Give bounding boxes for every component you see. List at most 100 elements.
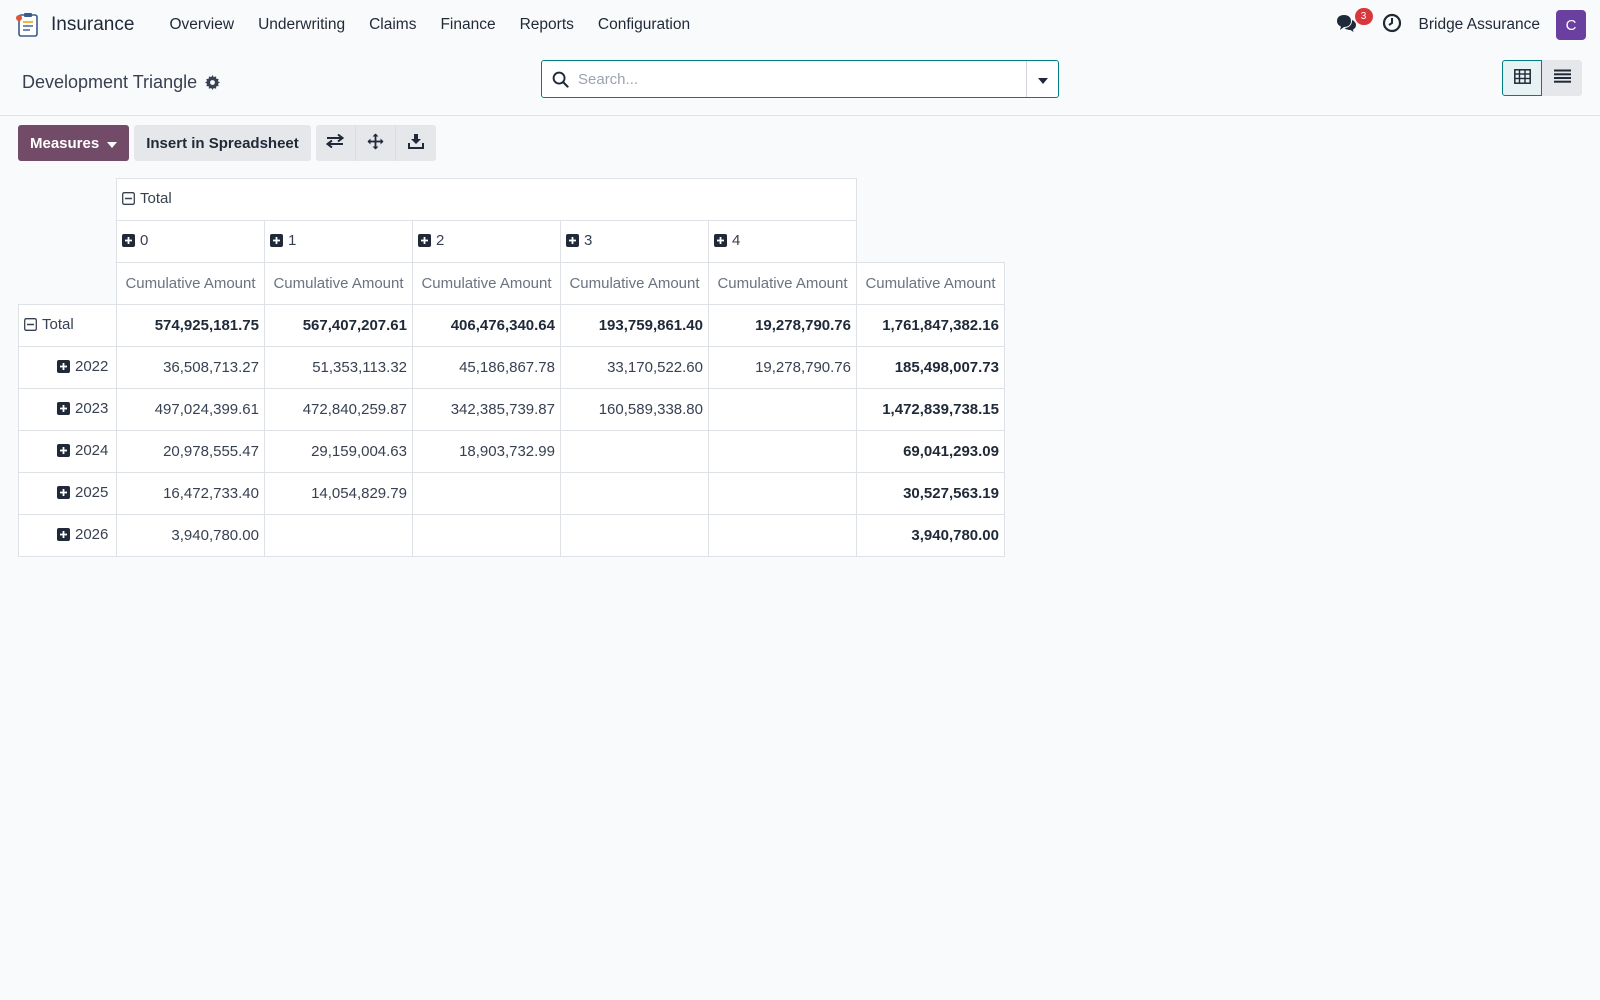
- menu-reports[interactable]: Reports: [508, 16, 586, 34]
- menu-configuration[interactable]: Configuration: [586, 16, 702, 34]
- measure-header[interactable]: Cumulative Amount: [412, 262, 561, 305]
- pivot-cell[interactable]: 33,170,522.60: [560, 346, 709, 389]
- pivot-toolbar: Measures Insert in Spreadsheet: [0, 116, 1600, 170]
- total-cell[interactable]: 406,476,340.64: [412, 304, 561, 347]
- row-header-2022[interactable]: 2022: [18, 346, 117, 389]
- row-header-label: 2025: [75, 484, 109, 501]
- total-cell[interactable]: 574,925,181.75: [116, 304, 265, 347]
- download-icon: [407, 133, 424, 153]
- minus-square-icon: [24, 318, 37, 331]
- view-switcher: [1502, 60, 1582, 96]
- pivot-cell[interactable]: [708, 514, 857, 557]
- flip-axis-button[interactable]: [315, 125, 356, 161]
- pivot-cell[interactable]: [560, 472, 709, 515]
- empty-corner: [857, 221, 1005, 263]
- measure-header[interactable]: Cumulative Amount: [116, 262, 265, 305]
- row-header-2025[interactable]: 2025: [18, 472, 117, 515]
- col-header-1[interactable]: 1: [264, 220, 413, 263]
- pivot-cell[interactable]: 3,940,780.00: [116, 514, 265, 557]
- row-header-2024[interactable]: 2024: [18, 430, 117, 473]
- grand-total-cell[interactable]: 1,761,847,382.16: [856, 304, 1005, 347]
- pivot-cell[interactable]: [412, 514, 561, 557]
- breadcrumb: Development Triangle: [22, 72, 221, 93]
- expand-all-button[interactable]: [355, 125, 396, 161]
- row-total-cell[interactable]: 3,940,780.00: [856, 514, 1005, 557]
- menu-underwriting[interactable]: Underwriting: [246, 16, 357, 34]
- row-total-cell[interactable]: 185,498,007.73: [856, 346, 1005, 389]
- main-menu: Overview Underwriting Claims Finance Rep…: [157, 16, 702, 34]
- pivot-cell[interactable]: 14,054,829.79: [264, 472, 413, 515]
- total-cell[interactable]: 19,278,790.76: [708, 304, 857, 347]
- col-header-3[interactable]: 3: [560, 220, 709, 263]
- measures-button[interactable]: Measures: [18, 125, 130, 161]
- search-input[interactable]: [578, 70, 1026, 88]
- measures-label: Measures: [30, 134, 100, 152]
- total-cell[interactable]: 193,759,861.40: [560, 304, 709, 347]
- row-total-cell[interactable]: 30,527,563.19: [856, 472, 1005, 515]
- col-header-4[interactable]: 4: [708, 220, 857, 263]
- row-total-cell[interactable]: 69,041,293.09: [856, 430, 1005, 473]
- menu-claims[interactable]: Claims: [357, 16, 428, 34]
- pivot-cell[interactable]: [264, 514, 413, 557]
- insert-in-spreadsheet-button[interactable]: Insert in Spreadsheet: [134, 125, 311, 161]
- pivot-view-button[interactable]: [1502, 60, 1542, 96]
- pivot-cell[interactable]: 16,472,733.40: [116, 472, 265, 515]
- pivot-cell[interactable]: [560, 514, 709, 557]
- insurance-app-icon[interactable]: [14, 11, 42, 39]
- row-total-cell[interactable]: 1,472,839,738.15: [856, 388, 1005, 431]
- col-header-label: 2: [436, 232, 445, 249]
- navbar-systray: 3 Bridge Assurance C: [1331, 8, 1586, 40]
- plus-square-icon: [566, 234, 579, 247]
- menu-overview[interactable]: Overview: [157, 16, 246, 34]
- pivot-cell[interactable]: 342,385,739.87: [412, 388, 561, 431]
- total-cell[interactable]: 567,407,207.61: [264, 304, 413, 347]
- pivot-cell[interactable]: [708, 388, 857, 431]
- pivot-cell[interactable]: 20,978,555.47: [116, 430, 265, 473]
- pivot-cell[interactable]: [708, 472, 857, 515]
- plus-square-icon: [57, 528, 70, 541]
- col-header-2[interactable]: 2: [412, 220, 561, 263]
- row-header-2026[interactable]: 2026: [18, 514, 117, 557]
- row-header-total[interactable]: Total: [18, 304, 117, 347]
- pivot-cell[interactable]: [412, 472, 561, 515]
- col-header-label: 3: [584, 232, 593, 249]
- gear-icon[interactable]: [205, 75, 221, 90]
- page-title: Development Triangle: [22, 72, 198, 92]
- pivot-cell[interactable]: 19,278,790.76: [708, 346, 857, 389]
- col-header-0[interactable]: 0: [116, 220, 265, 263]
- pivot-cell[interactable]: 472,840,259.87: [264, 388, 413, 431]
- messages-button[interactable]: 3: [1331, 8, 1373, 40]
- row-header-label: 2026: [75, 526, 109, 543]
- pivot-cell[interactable]: [560, 430, 709, 473]
- pivot-cell[interactable]: 51,353,113.32: [264, 346, 413, 389]
- measure-header[interactable]: Cumulative Amount: [708, 262, 857, 305]
- pivot-cell[interactable]: 36,508,713.27: [116, 346, 265, 389]
- search-options-toggle[interactable]: [1026, 61, 1058, 97]
- pivot-cell[interactable]: 160,589,338.80: [560, 388, 709, 431]
- empty-corner: [857, 179, 1005, 221]
- col-header-total[interactable]: Total: [116, 178, 857, 221]
- measure-header[interactable]: Cumulative Amount: [264, 262, 413, 305]
- row-header-2023[interactable]: 2023: [18, 388, 117, 431]
- user-avatar[interactable]: C: [1556, 10, 1586, 40]
- pivot-cell[interactable]: 29,159,004.63: [264, 430, 413, 473]
- pivot-cell[interactable]: 18,903,732.99: [412, 430, 561, 473]
- measure-header[interactable]: Cumulative Amount: [560, 262, 709, 305]
- plus-square-icon: [122, 234, 135, 247]
- caret-down-icon: [1037, 71, 1048, 88]
- pivot-table: Total 01234 Cumulative Amount Cumulative …: [18, 178, 1005, 557]
- pivot-cell[interactable]: 45,186,867.78: [412, 346, 561, 389]
- control-panel: Development Triangle: [0, 50, 1600, 116]
- download-button[interactable]: [395, 125, 436, 161]
- company-switcher[interactable]: Bridge Assurance: [1419, 16, 1541, 34]
- top-navbar: Insurance Overview Underwriting Claims F…: [0, 0, 1600, 50]
- plus-square-icon: [57, 402, 70, 415]
- pivot-cell[interactable]: [708, 430, 857, 473]
- measure-header[interactable]: Cumulative Amount: [856, 262, 1005, 305]
- row-header-label: 2024: [75, 442, 109, 459]
- activities-button[interactable]: [1377, 10, 1407, 40]
- menu-finance[interactable]: Finance: [428, 16, 507, 34]
- app-name[interactable]: Insurance: [51, 14, 134, 36]
- pivot-cell[interactable]: 497,024,399.61: [116, 388, 265, 431]
- list-view-button[interactable]: [1542, 60, 1582, 96]
